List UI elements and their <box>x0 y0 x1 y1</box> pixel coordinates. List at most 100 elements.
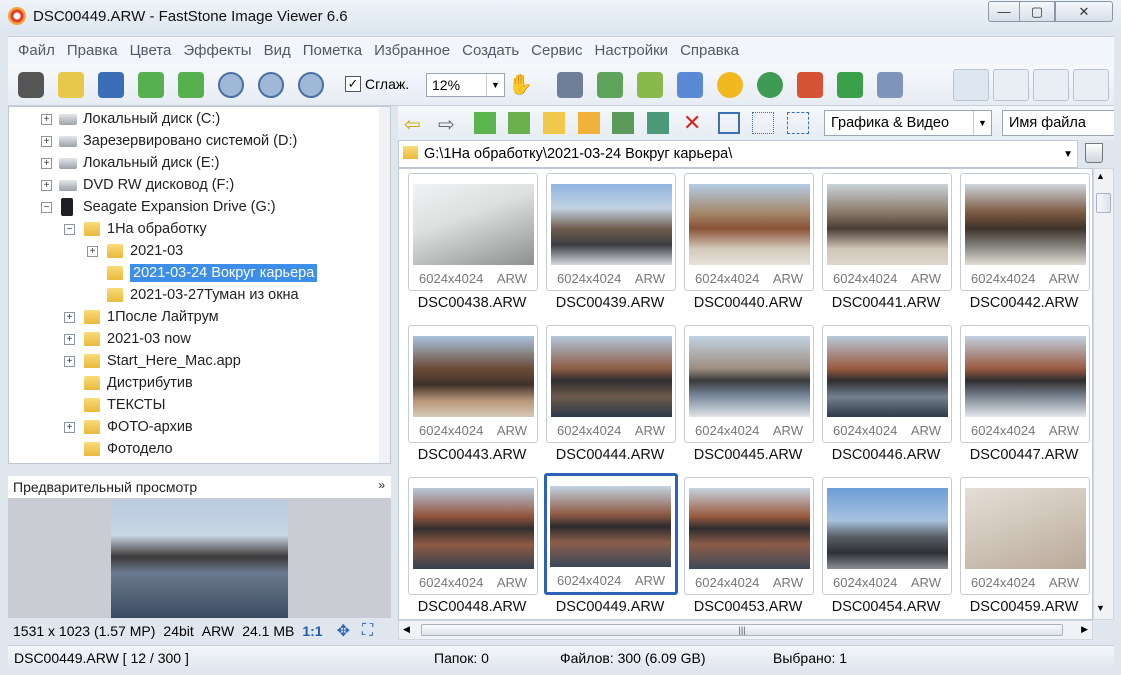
rotate-left-icon[interactable] <box>797 72 823 98</box>
crop-icon[interactable] <box>597 72 623 98</box>
back-arrow-icon[interactable]: ⇦ <box>404 112 426 136</box>
thumbnail[interactable]: 6024x4024 ARW <box>960 477 1090 595</box>
chevron-down-icon[interactable]: ▼ <box>973 111 991 135</box>
color-balance-icon[interactable] <box>677 72 703 98</box>
tree-item-folder[interactable]: −1На обработку <box>62 218 207 240</box>
scroll-down-icon[interactable]: ▼ <box>1096 603 1105 613</box>
tree-item-folder[interactable]: Дистрибутив <box>84 372 193 394</box>
up-folder-icon[interactable] <box>474 112 496 134</box>
view-browser-button[interactable] <box>953 69 989 101</box>
view-single-button[interactable] <box>1033 69 1069 101</box>
stamp-icon[interactable] <box>757 72 783 98</box>
tree-item-drive-c[interactable]: + Локальный диск (C:) <box>39 108 220 130</box>
tree-item-folder[interactable]: +1После Лайтрум <box>62 306 219 328</box>
grid-horizontal-scrollbar[interactable]: ◀ ||| ▶ <box>398 620 1093 640</box>
favorites-icon[interactable] <box>543 112 565 134</box>
thumbnail[interactable]: 6024x4024 ARW <box>822 325 952 443</box>
scroll-up-icon[interactable]: ▲ <box>1096 171 1105 181</box>
tree-item-folder[interactable]: 2021-03-27Туман из окна <box>107 284 299 306</box>
tree-item-folder[interactable]: + Start_Here_Mac.app <box>62 350 241 372</box>
zoom-select[interactable]: 12% ▼ <box>426 73 505 97</box>
close-button[interactable]: ✕ <box>1055 1 1113 22</box>
fit-icon[interactable]: ✥ <box>337 621 350 641</box>
scroll-thumb[interactable] <box>1096 193 1111 213</box>
zoom-ratio[interactable]: 1:1 <box>302 623 322 639</box>
next-arrow-icon[interactable] <box>178 72 204 98</box>
fullscreen-preview-icon[interactable]: ⛶ <box>362 622 373 640</box>
tree-item-folder[interactable]: Фотоделo <box>84 438 173 460</box>
menu-create[interactable]: Создать <box>462 42 519 59</box>
save-icon[interactable] <box>98 72 124 98</box>
sort-select[interactable]: Имя файла <box>1002 110 1114 136</box>
filter-select[interactable]: Графика & Видео ▼ <box>824 110 992 136</box>
new-folder-icon[interactable] <box>578 112 600 134</box>
collapse-icon[interactable]: » <box>378 478 385 492</box>
thumbnail[interactable]: 6024x4024 ARW <box>546 173 676 291</box>
menu-file[interactable]: Файл <box>18 42 55 59</box>
menu-tools[interactable]: Сервис <box>531 42 582 59</box>
thumbnail[interactable]: 6024x4024 ARW <box>684 325 814 443</box>
tree-scrollbar[interactable] <box>379 107 390 463</box>
thumbnail[interactable]: 6024x4024 ARW <box>960 173 1090 291</box>
scroll-thumb[interactable]: ||| <box>421 624 1063 636</box>
actual-size-icon[interactable] <box>298 72 324 98</box>
smooth-checkbox[interactable]: ✓ <box>345 76 361 92</box>
menu-view[interactable]: Вид <box>264 42 291 59</box>
thumbnail[interactable]: 6024x4024 ARW <box>684 173 814 291</box>
brightness-icon[interactable] <box>717 72 743 98</box>
refresh-icon[interactable] <box>508 112 530 134</box>
tree-item-drive-g[interactable]: − Seagate Expansion Drive (G:) <box>39 196 276 218</box>
list-view-icon[interactable] <box>752 112 774 134</box>
tree-item-folder-selected[interactable]: 2021-03-24 Вокруг карьера <box>107 262 318 284</box>
menu-tag[interactable]: Пометка <box>303 42 362 59</box>
prev-arrow-icon[interactable] <box>138 72 164 98</box>
thumbnails-view-icon[interactable] <box>718 112 740 134</box>
thumbnail[interactable]: 6024x4024 ARW <box>408 325 538 443</box>
open-folder-icon[interactable] <box>58 72 84 98</box>
menu-colors[interactable]: Цвета <box>130 42 172 59</box>
tree-item-drive-d[interactable]: + Зарезервировано системой (D:) <box>39 130 297 152</box>
hand-tool-icon[interactable]: ✋ <box>508 74 533 96</box>
thumbnail[interactable]: 6024x4024 ARW <box>408 173 538 291</box>
resize-icon[interactable] <box>637 72 663 98</box>
thumbnail[interactable]: 6024x4024 ARW <box>546 325 676 443</box>
zoom-in-icon[interactable] <box>218 72 244 98</box>
scroll-right-icon[interactable]: ▶ <box>1081 624 1088 635</box>
copy-to-icon[interactable] <box>612 112 634 134</box>
recycle-bin-icon[interactable] <box>1085 143 1103 163</box>
thumbnail-selected[interactable]: 6024x4024 ARW <box>544 473 678 595</box>
tree-item-folder[interactable]: +2021-03 now <box>62 328 191 350</box>
batch-icon[interactable] <box>877 72 903 98</box>
thumbnail[interactable]: 6024x4024 ARW <box>684 477 814 595</box>
thumbnail[interactable]: 6024x4024 ARW <box>408 477 538 595</box>
menu-settings[interactable]: Настройки <box>595 42 669 59</box>
minimize-button[interactable]: — <box>988 1 1020 22</box>
camera-icon[interactable] <box>18 72 44 98</box>
move-to-icon[interactable] <box>647 112 669 134</box>
scroll-left-icon[interactable]: ◀ <box>403 624 410 635</box>
menu-favorites[interactable]: Избранное <box>374 42 450 59</box>
tree-item-folder[interactable]: ТЕКСТЫ <box>84 394 166 416</box>
thumbnail[interactable]: 6024x4024 ARW <box>822 173 952 291</box>
view-details-button[interactable] <box>993 69 1029 101</box>
tree-item-folder[interactable]: +2021-03 <box>85 240 183 262</box>
details-view-icon[interactable] <box>787 112 809 134</box>
maximize-button[interactable]: ▢ <box>1019 1 1055 22</box>
tree-item-folder[interactable]: + ФОТО-архив <box>62 416 193 438</box>
path-input[interactable]: G:\1На обработку\2021-03-24 Вокруг карье… <box>398 140 1078 168</box>
menu-effects[interactable]: Эффекты <box>183 42 251 59</box>
fullscreen-button[interactable] <box>1073 69 1109 101</box>
forward-arrow-icon[interactable]: ⇨ <box>438 112 460 136</box>
thumbnail[interactable]: 6024x4024 ARW <box>822 477 952 595</box>
grid-vertical-scrollbar[interactable]: ▲ ▼ <box>1093 168 1114 620</box>
zoom-out-icon[interactable] <box>258 72 284 98</box>
chevron-down-icon[interactable]: ▼ <box>486 74 504 96</box>
chevron-down-icon[interactable]: ▼ <box>1063 149 1073 160</box>
rotate-right-icon[interactable] <box>837 72 863 98</box>
delete-icon[interactable]: ✕ <box>683 112 705 134</box>
tree-item-drive-f[interactable]: + DVD RW дисковод (F:) <box>39 174 234 196</box>
menu-edit[interactable]: Правка <box>67 42 118 59</box>
thumbnail[interactable]: 6024x4024 ARW <box>960 325 1090 443</box>
tree-item-drive-e[interactable]: + Локальный диск (E:) <box>39 152 219 174</box>
preview-header[interactable]: Предварительный просмотр » <box>8 476 391 498</box>
